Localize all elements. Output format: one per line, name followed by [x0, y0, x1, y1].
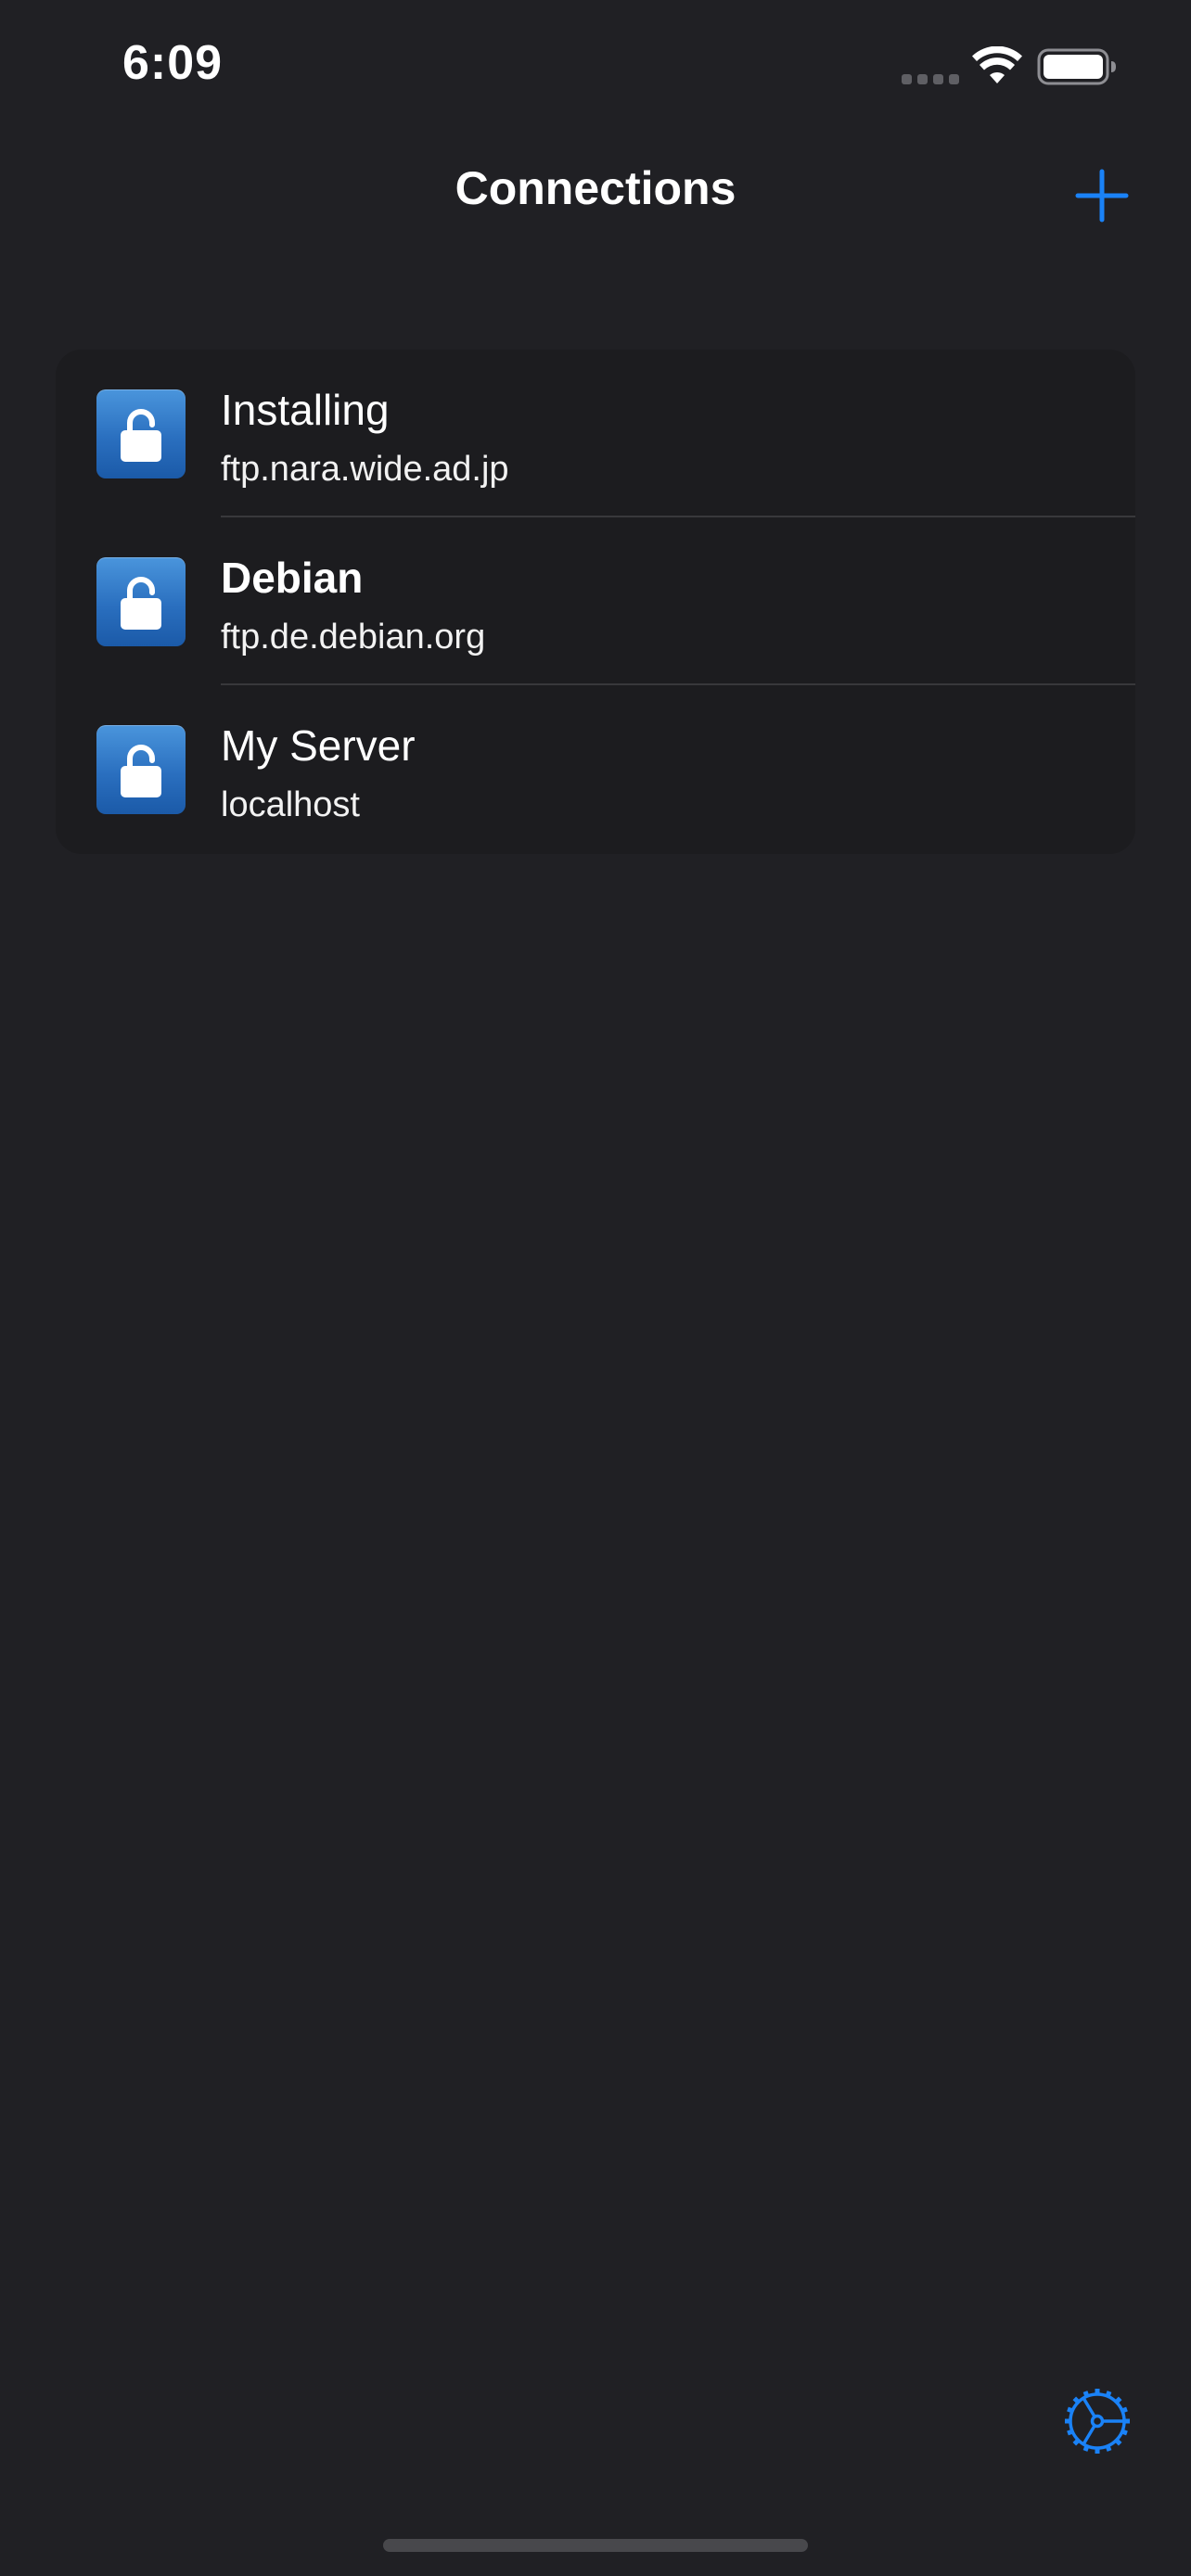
navigation-bar: Connections: [0, 139, 1191, 250]
connection-title: Debian: [221, 554, 364, 602]
battery-icon: [1037, 48, 1116, 85]
connections-list: Installing ftp.nara.wide.ad.jp Debian ft…: [56, 350, 1135, 854]
connection-title: Installing: [221, 386, 390, 434]
gear-icon: [1065, 2389, 1130, 2454]
plus-icon: [1075, 169, 1129, 223]
connection-host: ftp.de.debian.org: [221, 618, 486, 657]
status-time: 6:09: [122, 36, 224, 90]
home-indicator[interactable]: [383, 2539, 808, 2552]
unlocked-lock-icon: [96, 725, 186, 814]
wifi-icon: [972, 46, 1022, 83]
page-title: Connections: [455, 162, 736, 214]
status-bar: 6:09: [0, 0, 1191, 139]
add-connection-button[interactable]: [1069, 162, 1135, 229]
connection-row-installing[interactable]: Installing ftp.nara.wide.ad.jp: [56, 350, 1135, 517]
connection-row-debian[interactable]: Debian ftp.de.debian.org: [56, 517, 1135, 685]
connection-title: My Server: [221, 721, 416, 770]
connection-host: localhost: [221, 785, 360, 824]
unlocked-lock-icon: [96, 389, 186, 478]
cellular-signal-icon: [902, 74, 959, 84]
connection-host: ftp.nara.wide.ad.jp: [221, 450, 509, 489]
connection-row-my-server[interactable]: My Server localhost: [56, 685, 1135, 853]
unlocked-lock-icon: [96, 557, 186, 646]
connections-screen: 6:09 Connections Installing ftp.nara.wid…: [0, 0, 1191, 2576]
settings-button[interactable]: [1061, 2385, 1133, 2457]
